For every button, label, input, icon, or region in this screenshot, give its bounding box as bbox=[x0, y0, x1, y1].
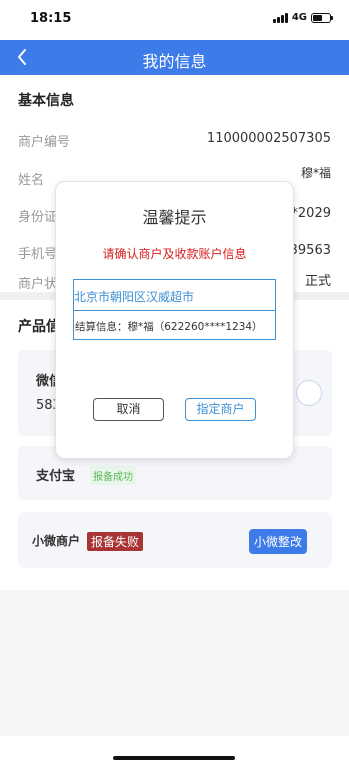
wechat-action-button[interactable] bbox=[296, 380, 322, 406]
merchant-address-box[interactable]: 北京市朝阳区汉威超市 bbox=[73, 279, 276, 310]
page-title: 我的信息 bbox=[142, 52, 207, 71]
bottom-bar bbox=[0, 736, 349, 766]
micro-merchant-label: 小微商户 bbox=[32, 534, 81, 548]
name-value: 穆*福 bbox=[300, 166, 331, 180]
settlement-info: 结算信息：穆*福（622260****1234） bbox=[75, 321, 263, 333]
id-label: 身份证 bbox=[18, 210, 58, 225]
cancel-button[interactable]: 取消 bbox=[93, 398, 164, 421]
micro-merchant-card[interactable]: 小微商户 报备失败 小微整改 bbox=[18, 512, 332, 568]
status-indicators: 4G bbox=[272, 12, 333, 23]
name-label: 姓名 bbox=[18, 173, 45, 188]
phone-value: 39563 bbox=[289, 243, 331, 258]
designate-merchant-button[interactable]: 指定商户 bbox=[185, 398, 256, 421]
page-background bbox=[0, 590, 349, 736]
merchant-no-value: 110000002507305 bbox=[206, 131, 331, 146]
battery-icon bbox=[311, 12, 333, 23]
phone-label: 手机号 bbox=[18, 247, 58, 262]
status-time: 18:15 bbox=[30, 11, 72, 26]
merchant-no-label: 商户编号 bbox=[18, 135, 71, 150]
signal-icon bbox=[272, 12, 288, 23]
id-value: *2029 bbox=[291, 206, 331, 221]
merchant-address: 北京市朝阳区汉威超市 bbox=[74, 290, 195, 304]
micro-fix-button[interactable]: 小微整改 bbox=[249, 529, 308, 554]
status-bar: 18:15 4G bbox=[0, 0, 349, 40]
nav-bar: 我的信息 bbox=[0, 40, 349, 75]
network-label: 4G bbox=[291, 12, 307, 23]
confirm-dialog: 温馨提示 请确认商户及收款账户信息 北京市朝阳区汉威超市 结算信息：穆*福（62… bbox=[55, 181, 294, 459]
product-info-title: 产品信 bbox=[18, 319, 60, 335]
dialog-title: 温馨提示 bbox=[142, 208, 207, 227]
micro-merchant-status-badge: 报备失败 bbox=[87, 532, 144, 551]
dialog-subtitle: 请确认商户及收款账户信息 bbox=[102, 247, 247, 261]
alipay-status-badge: 报备成功 bbox=[90, 466, 136, 485]
home-indicator[interactable] bbox=[113, 756, 235, 760]
status-value: 正式 bbox=[304, 274, 331, 289]
settlement-info-box[interactable]: 结算信息：穆*福（622260****1234） bbox=[73, 310, 276, 340]
basic-info-title: 基本信息 bbox=[18, 93, 74, 109]
alipay-label: 支付宝 bbox=[36, 469, 76, 484]
status-label: 商户状 bbox=[18, 277, 58, 292]
